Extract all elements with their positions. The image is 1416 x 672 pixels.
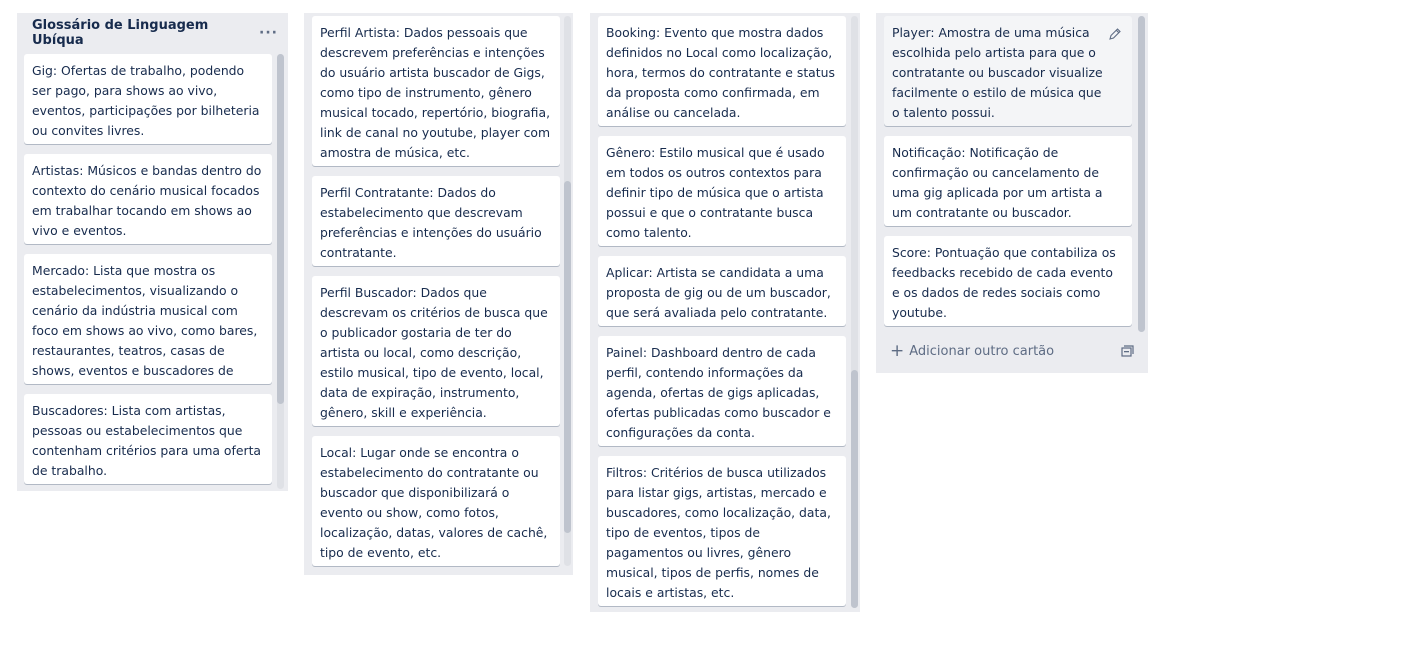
card-player-text: Player: Amostra de uma música escolhida … [892,25,1103,120]
ellipsis-icon[interactable]: ··· [259,25,278,41]
card-booking[interactable]: Booking: Evento que mostra dados definid… [598,16,846,126]
card-score[interactable]: Score: Pontuação que contabiliza os feed… [884,236,1132,326]
list-glossario: Glossário de Linguagem Ubíqua ··· Gig: O… [17,13,288,491]
card-gig[interactable]: Gig: Ofertas de trabalho, podendo ser pa… [24,54,272,144]
plus-icon: + [890,340,905,361]
list-scrollbar-thumb[interactable] [277,54,284,404]
card-buscadores[interactable]: Buscadores: Lista com artistas, pessoas … [24,394,272,484]
list-scrollbar-thumb[interactable] [564,181,571,533]
pencil-icon[interactable] [1108,27,1122,41]
card-filtros[interactable]: Filtros: Critérios de busca utilizados p… [598,456,846,606]
list-scrollbar-thumb[interactable] [851,370,858,608]
card-artistas[interactable]: Artistas: Músicos e bandas dentro do con… [24,154,272,244]
list-scrollbar-thumb[interactable] [1138,16,1145,332]
card-template-icon[interactable] [1121,345,1134,358]
list-contextos: Booking: Evento que mostra dados definid… [590,13,860,612]
add-card-button[interactable]: + Adicionar outro cartão [884,337,1104,365]
list-recursos: Player: Amostra de uma música escolhida … [876,13,1148,373]
card-mercado[interactable]: Mercado: Lista que mostra os estabelecim… [24,254,272,384]
list-header[interactable]: Glossário de Linguagem Ubíqua ··· [17,13,288,53]
card-local[interactable]: Local: Lugar onde se encontra o estabele… [312,436,560,566]
card-perfil-contratante[interactable]: Perfil Contratante: Dados do estabelecim… [312,176,560,266]
card-painel[interactable]: Painel: Dashboard dentro de cada perfil,… [598,336,846,446]
add-card-label: Adicionar outro cartão [909,343,1055,359]
card-aplicar[interactable]: Aplicar: Artista se candidata a uma prop… [598,256,846,326]
card-notificacao[interactable]: Notificação: Notificação de confirmação … [884,136,1132,226]
card-genero[interactable]: Gênero: Estilo musical que é usado em to… [598,136,846,246]
list-title[interactable]: Glossário de Linguagem Ubíqua [32,18,259,48]
card-player[interactable]: Player: Amostra de uma música escolhida … [884,16,1132,126]
list-perfis: Perfil Artista: Dados pessoais que descr… [304,13,573,575]
card-perfil-artista[interactable]: Perfil Artista: Dados pessoais que descr… [312,16,560,166]
card-perfil-buscador[interactable]: Perfil Buscador: Dados que descrevam os … [312,276,560,426]
